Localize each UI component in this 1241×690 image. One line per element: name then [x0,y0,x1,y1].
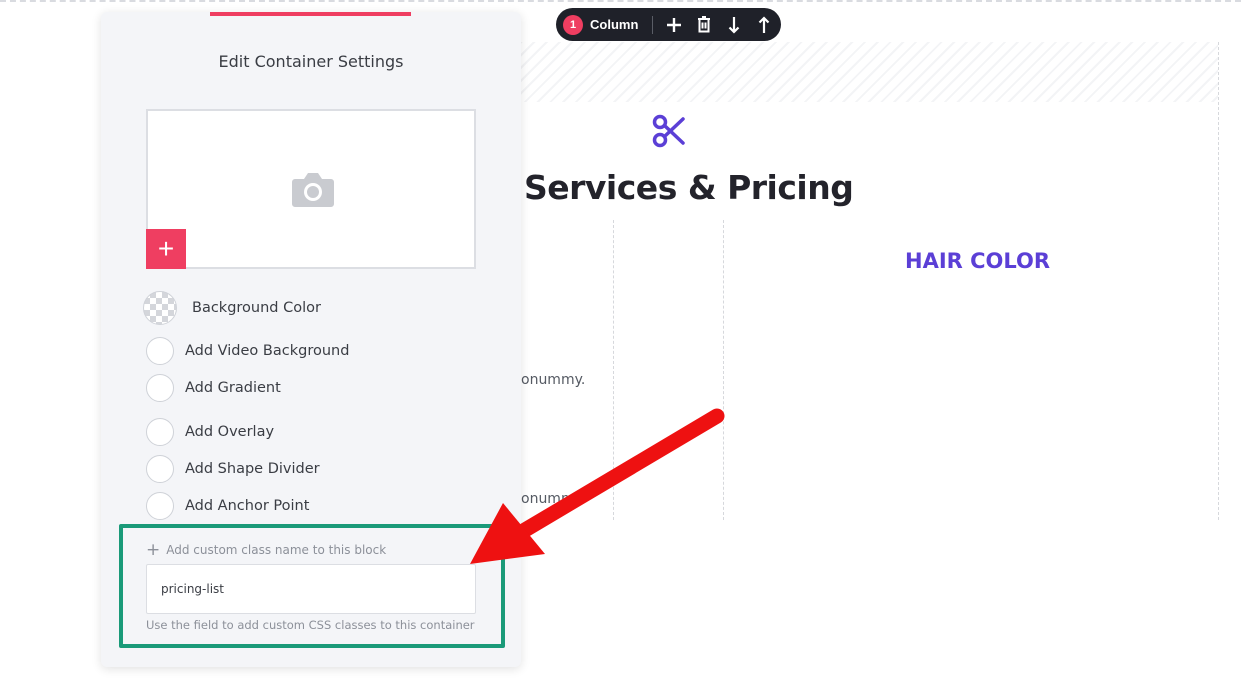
scissors-icon [652,114,685,148]
column-divider-1 [613,220,614,520]
price-description-1: onummy. [521,372,586,388]
plus-icon [667,17,682,32]
option-toggle[interactable] [146,455,174,483]
editor-canvas: Services & Pricing HAIR COLOR onummy. on… [0,0,1241,690]
add-gradient-option[interactable]: Add Gradient [146,374,281,402]
option-toggle[interactable] [146,418,174,446]
panel-accent-bar [210,12,411,16]
price-description-2: onummy. [521,491,586,507]
add-shape-divider-option[interactable]: Add Shape Divider [146,455,320,483]
add-image-button[interactable]: + [146,229,186,269]
add-anchor-point-option[interactable]: Add Anchor Point [146,492,309,520]
arrow-down-icon [729,16,740,34]
column-divider-2 [723,220,724,520]
background-color-label: Background Color [192,300,321,316]
trash-icon [698,16,711,33]
column-toolbar: 1 Column [556,8,781,41]
background-image-dropzone[interactable] [146,109,476,269]
option-label: Add Anchor Point [185,498,310,514]
option-toggle[interactable] [146,374,174,402]
column-label[interactable]: Column [590,17,638,32]
delete-column-button[interactable] [689,8,719,41]
top-dashed-edge [0,0,1241,3]
camera-icon [292,173,334,207]
option-label: Add Video Background [185,343,350,359]
add-video-background-option[interactable]: Add Video Background [146,337,349,365]
option-label: Add Gradient [185,380,281,396]
panel-title: Edit Container Settings [218,52,404,71]
highlight-box [119,524,505,648]
padding-hatch-area [520,42,1218,102]
toolbar-separator [652,15,654,34]
column-divider-right [1218,42,1219,520]
option-toggle[interactable] [146,492,174,520]
arrow-up-icon [759,15,770,33]
move-up-button[interactable] [749,8,779,41]
add-column-button[interactable] [659,8,689,41]
option-label: Add Overlay [185,424,275,440]
add-overlay-option[interactable]: Add Overlay [146,418,274,446]
option-label: Add Shape Divider [185,461,320,477]
move-down-button[interactable] [719,8,749,41]
color-swatch[interactable] [143,291,177,325]
hair-color-heading: HAIR COLOR [905,249,1051,273]
background-color-option[interactable]: Background Color [143,291,321,325]
option-toggle[interactable] [146,337,174,365]
column-number-badge: 1 [563,14,583,35]
section-heading: Services & Pricing [524,168,854,207]
